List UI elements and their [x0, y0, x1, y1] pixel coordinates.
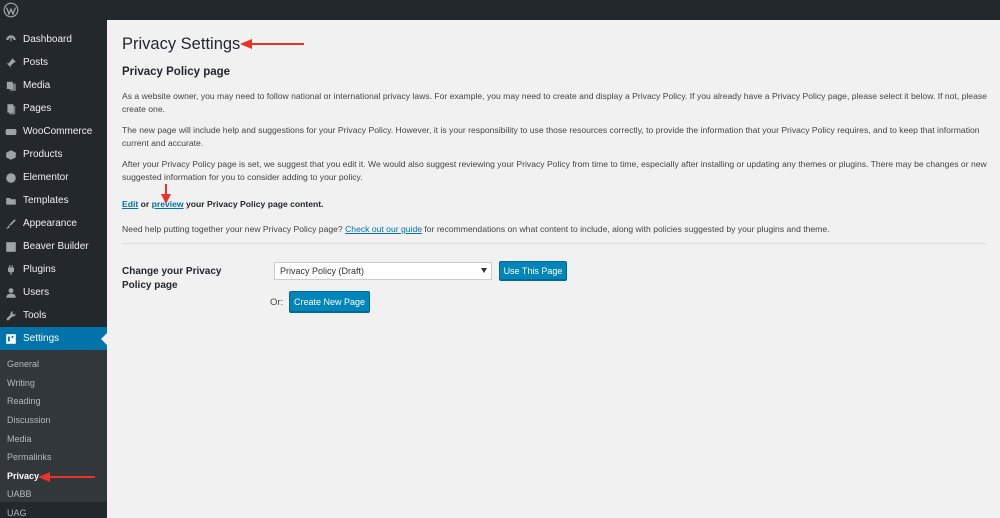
section-title: Privacy Policy page [122, 66, 231, 78]
submenu-item-reading[interactable]: Reading [0, 392, 107, 411]
pushpin-icon [5, 57, 17, 69]
sidebar-item-media[interactable]: Media [0, 74, 107, 97]
sidebar-item-label: Pages [23, 103, 52, 114]
guide-paragraph: Need help putting together your new Priv… [122, 223, 992, 236]
elementor-icon [5, 172, 17, 184]
sidebar-item-plugins[interactable]: Plugins [0, 258, 107, 281]
wrench-icon [5, 310, 17, 322]
sidebar-item-label: Elementor [23, 172, 69, 183]
products-icon [5, 149, 17, 161]
wordpress-logo-icon[interactable] [3, 2, 19, 18]
submenu-item-discussion[interactable]: Discussion [0, 411, 107, 430]
sidebar-item-beaver-builder[interactable]: Beaver Builder [0, 235, 107, 258]
guide-before-text: Need help putting together your new Priv… [122, 224, 346, 234]
edit-preview-rest: your Privacy Policy page content. [183, 199, 324, 209]
sidebar-item-label: Tools [23, 310, 47, 321]
sidebar-item-dashboard[interactable]: Dashboard [0, 28, 107, 51]
sidebar-item-users[interactable]: Users [0, 281, 107, 304]
sidebar-item-templates[interactable]: Templates [0, 189, 107, 212]
settings-icon [5, 333, 17, 345]
sidebar-item-label: Settings [23, 333, 60, 344]
sidebar-item-label: Posts [23, 57, 49, 68]
annotation-arrow-privacy [38, 472, 95, 482]
page-title: Privacy Settings [122, 35, 241, 53]
users-icon [5, 287, 17, 299]
sidebar-item-label: Plugins [23, 264, 56, 275]
sidebar-item-label: Users [23, 287, 50, 298]
or-label: Or: [270, 297, 284, 308]
annotation-arrow-preview [161, 184, 171, 204]
paintbrush-icon [5, 218, 17, 230]
change-policy-label: Change your Privacy Policy page [122, 266, 222, 291]
annotation-arrow-title [240, 39, 304, 49]
help-paragraph: The new page will include help and sugge… [122, 125, 980, 148]
submenu-item-permalinks[interactable]: Permalinks [0, 448, 107, 467]
or-text: or [138, 199, 152, 209]
privacy-page-select[interactable]: Privacy Policy (Draft) [274, 262, 492, 280]
sidebar-item-woocommerce[interactable]: WooCommerce [0, 120, 107, 143]
sidebar-item-settings[interactable]: Settings [0, 327, 107, 350]
submenu-item-uag[interactable]: UAG [0, 504, 107, 518]
divider [122, 243, 986, 244]
create-new-page-button[interactable]: Create New Page [289, 291, 370, 312]
sidebar-item-tools[interactable]: Tools [0, 304, 107, 327]
submenu-item-writing[interactable]: Writing [0, 374, 107, 393]
main-content: Privacy Settings Privacy Policy page As … [107, 20, 1000, 518]
use-this-page-button[interactable]: Use This Page [499, 261, 567, 280]
sidebar-item-label: Beaver Builder [23, 241, 89, 252]
sidebar-item-label: Appearance [23, 218, 77, 229]
intro-paragraph: As a website owner, you may need to foll… [122, 91, 987, 114]
dashboard-icon [5, 34, 17, 46]
plugin-icon [5, 264, 17, 276]
sidebar-item-appearance[interactable]: Appearance [0, 212, 107, 235]
admin-sidebar: Dashboard Posts Media Pages WooCommerce Produ… [0, 20, 107, 518]
sidebar-item-products[interactable]: Products [0, 143, 107, 166]
folder-icon [5, 195, 17, 207]
sidebar-item-elementor[interactable]: Elementor [0, 166, 107, 189]
submenu-item-media[interactable]: Media [0, 429, 107, 448]
sidebar-item-label: Products [23, 149, 63, 160]
dropdown-caret-icon [481, 268, 487, 273]
media-icon [5, 80, 17, 92]
sidebar-item-pages[interactable]: Pages [0, 97, 107, 120]
woocommerce-icon [5, 126, 17, 138]
beaver-builder-icon [5, 241, 17, 253]
submenu-item-general[interactable]: General [0, 355, 107, 374]
guide-after-text: for recommendations on what content to i… [422, 224, 830, 234]
admin-bar [0, 0, 1000, 20]
selected-page-value: Privacy Policy (Draft) [280, 266, 365, 276]
edit-preview-line: Edit or preview your Privacy Policy page… [122, 198, 992, 211]
sidebar-item-label: Dashboard [23, 34, 72, 45]
submenu-item-uabb[interactable]: UABB [0, 485, 107, 504]
sidebar-item-posts[interactable]: Posts [0, 51, 107, 74]
guide-link[interactable]: Check out our guide [345, 224, 422, 234]
sidebar-item-label: Media [23, 80, 51, 91]
sidebar-item-label: WooCommerce [23, 126, 93, 137]
pages-icon [5, 103, 17, 115]
edit-link[interactable]: Edit [122, 199, 138, 209]
edit-suggestion-paragraph: After your Privacy Policy page is set, w… [122, 159, 987, 182]
sidebar-item-label: Templates [23, 195, 69, 206]
